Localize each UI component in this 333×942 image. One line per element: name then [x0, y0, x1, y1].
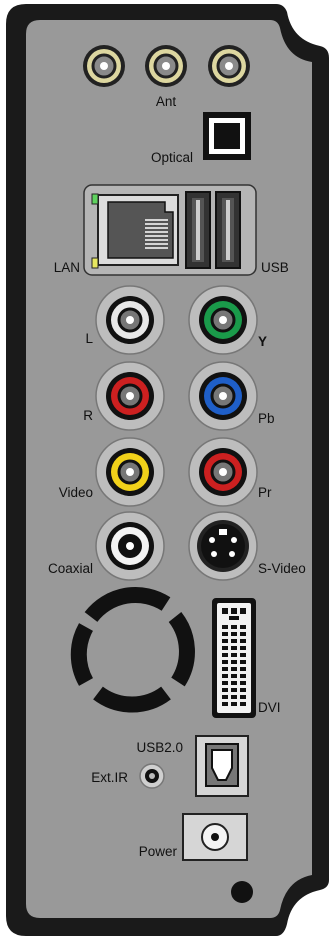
screw-hole-icon	[231, 881, 253, 903]
dvi-pin	[231, 695, 237, 699]
usb-label: USB	[261, 260, 289, 275]
ethernet-port-icon[interactable]	[97, 194, 179, 266]
usb-port-icon[interactable]	[185, 191, 211, 269]
dvi-pin	[222, 674, 228, 678]
dvi-pin	[240, 674, 246, 678]
dvi-pin	[222, 681, 228, 685]
dvi-pin	[222, 667, 228, 671]
rca-jack-icon[interactable]	[188, 285, 258, 355]
dvi-pin	[240, 653, 246, 657]
dvi-pin	[231, 674, 237, 678]
video-label: Video	[59, 485, 93, 500]
dc-power-jack-icon[interactable]	[182, 813, 248, 861]
pb-label: Pb	[258, 411, 275, 426]
ant-label: Ant	[156, 94, 177, 109]
antenna-connector-icon[interactable]	[208, 45, 250, 87]
usb-b-port-icon[interactable]	[195, 735, 249, 797]
rca-jack-icon[interactable]	[188, 361, 258, 431]
usb20-label: USB2.0	[136, 740, 183, 755]
rca-jack-icon[interactable]	[95, 437, 165, 507]
antenna-connector-group	[83, 45, 250, 87]
dvi-port-icon[interactable]	[212, 598, 256, 718]
dvi-pin	[222, 639, 228, 643]
dvi-pin	[240, 695, 246, 699]
dvi-pin	[240, 632, 246, 636]
dvi-pin	[240, 681, 246, 685]
dvi-pin	[231, 667, 237, 671]
antenna-connector-icon[interactable]	[83, 45, 125, 87]
dvi-pin	[222, 688, 228, 692]
usb-port-icon[interactable]	[215, 191, 241, 269]
optical-port-icon[interactable]	[203, 112, 251, 160]
dvi-pin	[240, 660, 246, 664]
dvi-pin	[222, 646, 228, 650]
dvi-pin	[222, 653, 228, 657]
coaxial-label: Coaxial	[48, 561, 93, 576]
dvi-pin	[231, 639, 237, 643]
antenna-connector-icon[interactable]	[145, 45, 187, 87]
dvi-pin	[231, 653, 237, 657]
dvi-pin	[222, 702, 228, 706]
dvi-pin	[231, 681, 237, 685]
lan-activity-led	[91, 257, 99, 269]
svideo-jack-icon[interactable]	[188, 511, 258, 581]
y-label: Y	[258, 334, 267, 349]
r-label: R	[83, 408, 93, 423]
rca-jack-icon[interactable]	[95, 361, 165, 431]
dvi-pin	[222, 632, 228, 636]
dvi-pin	[231, 702, 237, 706]
dvi-pin	[231, 660, 237, 664]
svideo-label: S-Video	[258, 561, 306, 576]
rca-jack-icon[interactable]	[188, 437, 258, 507]
l-label: L	[85, 331, 93, 346]
dvi-pin	[240, 667, 246, 671]
extir-label: Ext.IR	[91, 770, 128, 785]
dvi-pin	[231, 688, 237, 692]
dvi-pin	[240, 702, 246, 706]
lan-label: LAN	[54, 260, 80, 275]
optical-label: Optical	[151, 150, 193, 165]
dvi-pin	[222, 660, 228, 664]
dvi-pin	[231, 625, 237, 629]
rca-jack-icon[interactable]	[95, 511, 165, 581]
dvi-pin	[222, 695, 228, 699]
device-back-panel: Ant Optical LAN USB L Y R Pb Video Pr Co…	[6, 4, 329, 936]
lan-link-led	[91, 193, 99, 205]
ir-jack-icon[interactable]	[139, 763, 165, 789]
dvi-pin	[240, 646, 246, 650]
dvi-pin	[222, 625, 228, 629]
dvi-pin	[231, 632, 237, 636]
rca-jack-icon[interactable]	[95, 285, 165, 355]
dvi-pin	[240, 688, 246, 692]
dvi-pin	[240, 625, 246, 629]
dvi-label: DVI	[258, 700, 281, 715]
dvi-pin	[231, 646, 237, 650]
dvi-pin	[240, 639, 246, 643]
pr-label: Pr	[258, 485, 272, 500]
power-label: Power	[139, 844, 178, 859]
